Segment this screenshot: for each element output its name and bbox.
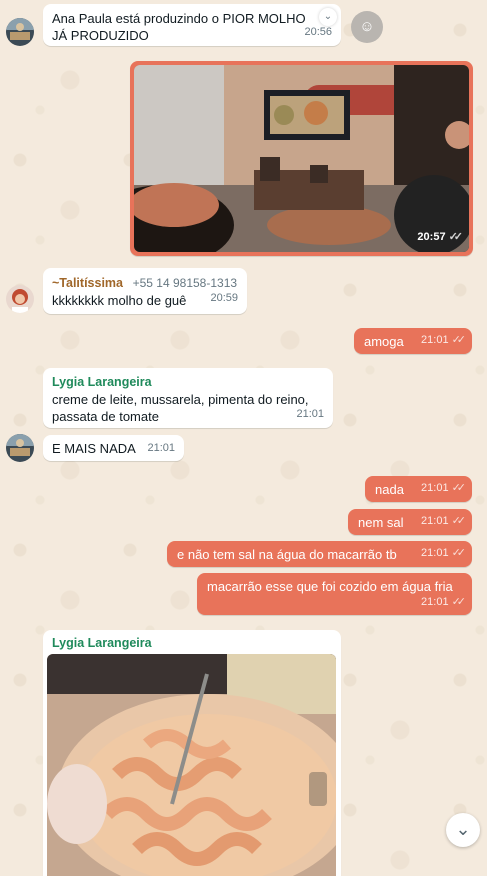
double-check-icon: ✓✓ <box>451 482 467 494</box>
video-time: 20:57 ✓✓ <box>417 229 464 246</box>
message-bubble[interactable]: E MAIS NADA 21:01 <box>43 435 184 461</box>
sender-name[interactable]: Lygia Larangeira <box>52 374 152 391</box>
message-time: 21:01 ✓✓ <box>421 332 467 349</box>
message-text: nada <box>375 482 404 497</box>
message-text: Ana Paula está produzindo o PIOR MOLHO J… <box>52 11 306 43</box>
double-check-icon: ✓✓ <box>451 515 467 527</box>
sender-name[interactable]: Lygia Larangeira <box>52 635 152 652</box>
message-time: 21:01 <box>147 442 175 454</box>
message-time: 20:59 <box>210 292 238 304</box>
message-time: 21:01 ✓✓ <box>421 594 467 611</box>
message-bubble[interactable]: amoga 21:01 ✓✓ <box>354 328 472 354</box>
message-time: 21:01 <box>296 408 324 420</box>
chevron-down-icon: ⌄ <box>455 819 471 839</box>
message-time: 21:01 ✓✓ <box>421 480 467 497</box>
message-text: nem sal <box>358 515 404 530</box>
message-text: amoga <box>364 334 404 349</box>
media-message[interactable]: Lygia Larangeira <box>43 630 341 876</box>
sender-name[interactable]: ~Talitíssima <box>52 276 123 290</box>
message-text: macarrão esse que foi cozido em água fri… <box>207 579 453 594</box>
double-check-icon: ✓✓ <box>451 596 467 608</box>
message-text: E MAIS NADA <box>52 441 136 456</box>
message-bubble[interactable]: nada 21:01 ✓✓ <box>365 476 472 502</box>
video-thumbnail[interactable]: 20:57 ✓✓ <box>134 65 469 252</box>
emoji-icon[interactable]: ☺ <box>351 11 383 43</box>
message-time: 21:01 ✓✓ <box>421 545 467 562</box>
avatar-ana[interactable] <box>6 434 34 462</box>
message-text: creme de leite, mussarela, pimenta do re… <box>52 392 309 424</box>
avatar-talitissima[interactable] <box>6 285 34 313</box>
message-bubble[interactable]: nem sal 21:01 ✓✓ <box>348 509 472 535</box>
message-bubble[interactable]: e não tem sal na água do macarrão tb 21:… <box>167 541 472 567</box>
double-check-icon: ✓✓ <box>448 231 464 243</box>
double-check-icon: ✓✓ <box>451 334 467 346</box>
double-check-icon: ✓✓ <box>451 547 467 559</box>
avatar-ana[interactable] <box>6 18 34 46</box>
message-bubble[interactable]: macarrão esse que foi cozido em água fri… <box>197 573 472 615</box>
message-time: 21:01 ✓✓ <box>421 513 467 530</box>
message-bubble[interactable]: ~Talitíssima +55 14 98158-1313 kkkkkkkk … <box>43 268 247 314</box>
message-time: 20:56 <box>304 26 332 38</box>
sender-phone: +55 14 98158-1313 <box>132 276 238 290</box>
media-message[interactable]: 20:57 ✓✓ <box>130 61 473 256</box>
message-text: e não tem sal na água do macarrão tb <box>177 547 397 562</box>
message-bubble[interactable]: Ana Paula está produzindo o PIOR MOLHO J… <box>43 4 341 46</box>
scroll-down-button[interactable]: ⌄ <box>446 813 480 847</box>
message-bubble[interactable]: Lygia Larangeira creme de leite, mussare… <box>43 368 333 428</box>
video-thumbnail[interactable] <box>47 654 336 876</box>
chevron-down-icon[interactable]: ⌄ <box>319 8 337 26</box>
message-text: kkkkkkkk molho de guê <box>52 293 187 308</box>
